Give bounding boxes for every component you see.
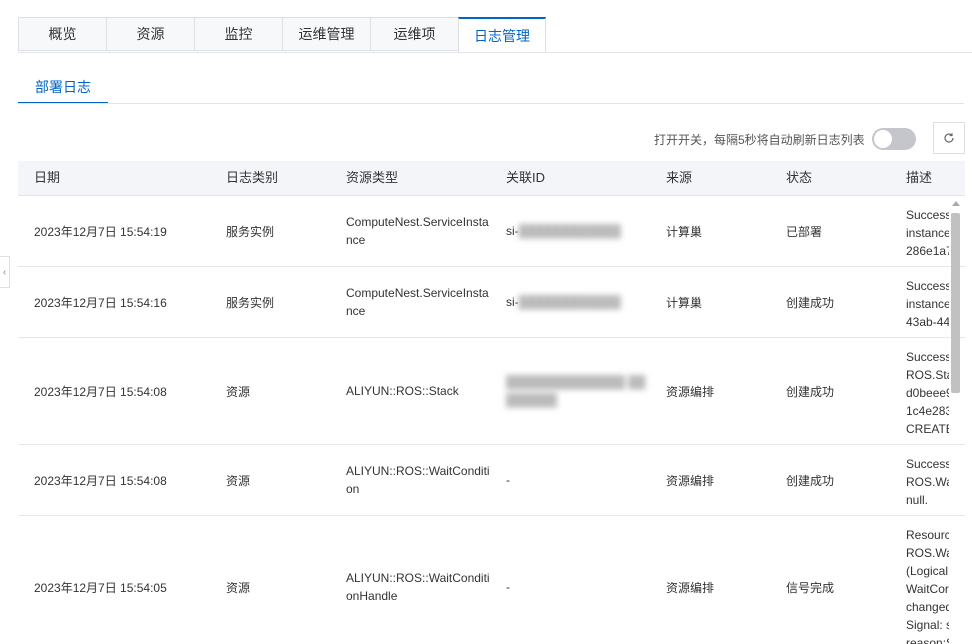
sidebar-collapse-handle[interactable]: ‹ [0, 256, 10, 288]
table-scrollbar[interactable] [949, 197, 963, 644]
cell-id: - [506, 473, 510, 487]
cell-description: Successfinstance43ab-44 [906, 267, 949, 337]
cell-date: 2023年12月7日 15:54:08 [34, 473, 167, 488]
desc-text: Successfinstance286e1a7 [906, 208, 949, 258]
type-text: ALIYUN::ROS::WaitCondition [346, 464, 490, 496]
desc-text: SuccessfROS.Wanull. [906, 457, 949, 507]
refresh-icon [944, 133, 954, 143]
table-row: 2023年12月7日 15:54:16 服务实例 ComputeNest.Ser… [18, 267, 965, 338]
cell-description: SuccessfROS.Stad0beee91c4e283CREATE [906, 338, 949, 444]
desc-text: SuccessfROS.Stad0beee91c4e283CREATE [906, 350, 949, 436]
tab-ops-management[interactable]: 运维管理 [282, 17, 370, 51]
tab-monitoring[interactable]: 监控 [194, 17, 282, 51]
id-prefix: si- [506, 295, 519, 309]
cell-status: 创建成功 [786, 473, 835, 488]
type-text: ComputeNest.ServiceInstance [346, 286, 489, 318]
cell-type: ALIYUN::ROS::WaitCondition [346, 445, 492, 515]
auto-refresh-toggle[interactable] [872, 128, 916, 150]
cell-status: 创建成功 [786, 295, 835, 310]
log-table: 日期 日志类别 资源类型 关联ID 来源 状态 描述 2023年12月7日 15… [18, 161, 965, 644]
redacted-id: ████████████ [518, 224, 621, 238]
tabs-divider [18, 52, 972, 53]
toggle-knob [874, 130, 892, 148]
cell-description: SuccessfROS.Wanull. [906, 445, 949, 515]
cell-id: - [506, 580, 510, 594]
cell-type: ComputeNest.ServiceInstance [346, 196, 492, 266]
cell-date: 2023年12月7日 15:54:19 [34, 224, 167, 239]
cell-id[interactable]: si- ████████████ [506, 267, 651, 337]
cell-date: 2023年12月7日 15:54:08 [34, 384, 167, 399]
cell-category: 资源 [226, 473, 251, 488]
refresh-button[interactable] [933, 122, 965, 154]
redacted-id: ████████████ [518, 295, 621, 309]
cell-category: 资源 [226, 580, 251, 595]
header-source: 来源 [666, 170, 693, 185]
table-row: 2023年12月7日 15:54:19 服务实例 ComputeNest.Ser… [18, 196, 965, 267]
table-row: 2023年12月7日 15:54:05 资源 ALIYUN::ROS::Wait… [18, 516, 965, 644]
subtab-deploy-log[interactable]: 部署日志 [18, 70, 108, 104]
cell-status: 已部署 [786, 224, 823, 239]
id-prefix: si- [506, 224, 519, 238]
cell-category: 服务实例 [226, 224, 275, 239]
desc-text: Successfinstance43ab-44 [906, 279, 949, 329]
header-category: 日志类别 [226, 170, 279, 185]
tab-overview[interactable]: 概览 [18, 17, 106, 51]
header-related-id: 关联ID [506, 170, 546, 185]
desc-text: Resourc ROS.Wa (Logical WaitCor changed Signa… [906, 528, 949, 644]
cell-source: 计算巢 [666, 224, 703, 239]
chevron-left-icon: ‹ [2, 266, 7, 278]
cell-category: 资源 [226, 384, 251, 399]
table-header: 日期 日志类别 资源类型 关联ID 来源 状态 描述 [18, 161, 965, 196]
cell-description: Successfinstance286e1a7 [906, 196, 949, 266]
cell-id[interactable]: ██████████████ ████████ [506, 338, 651, 444]
scroll-up-arrow-icon[interactable] [952, 201, 960, 206]
cell-status: 创建成功 [786, 384, 835, 399]
header-resource-type: 资源类型 [346, 170, 399, 185]
cell-date: 2023年12月7日 15:54:16 [34, 295, 167, 310]
cell-type: ALIYUN::ROS::Stack [346, 338, 492, 444]
cell-source: 资源编排 [666, 580, 715, 595]
top-tabs: 概览 资源 监控 运维管理 运维项 日志管理 [18, 17, 546, 53]
tab-log-management[interactable]: 日志管理 [458, 17, 546, 53]
subtab-divider [18, 103, 964, 104]
cell-type: ALIYUN::ROS::WaitConditionHandle [346, 516, 492, 644]
type-text: ALIYUN::ROS::Stack [346, 384, 459, 398]
cell-source: 资源编排 [666, 384, 715, 399]
header-description: 描述 [906, 170, 933, 185]
table-row: 2023年12月7日 15:54:08 资源 ALIYUN::ROS::Stac… [18, 338, 965, 445]
auto-refresh-label: 打开开关，每隔5秒将自动刷新日志列表 [654, 133, 865, 147]
cell-category: 服务实例 [226, 295, 275, 310]
tab-ops-items[interactable]: 运维项 [370, 17, 458, 51]
cell-source: 资源编排 [666, 473, 715, 488]
cell-status: 信号完成 [786, 580, 835, 595]
type-text: ComputeNest.ServiceInstance [346, 215, 489, 247]
cell-source: 计算巢 [666, 295, 703, 310]
cell-id[interactable]: si- ████████████ [506, 196, 651, 266]
type-text: ALIYUN::ROS::WaitConditionHandle [346, 571, 490, 603]
table-row: 2023年12月7日 15:54:08 资源 ALIYUN::ROS::Wait… [18, 445, 965, 516]
redacted-id: ██████████████ ████████ [506, 375, 646, 407]
header-status: 状态 [786, 170, 813, 185]
scrollbar-thumb[interactable] [951, 213, 960, 393]
tab-resources[interactable]: 资源 [106, 17, 194, 51]
cell-type: ComputeNest.ServiceInstance [346, 267, 492, 337]
header-date: 日期 [34, 170, 61, 185]
cell-description: Resourc ROS.Wa (Logical WaitCor changed Signa… [906, 516, 949, 644]
cell-date: 2023年12月7日 15:54:05 [34, 580, 167, 595]
